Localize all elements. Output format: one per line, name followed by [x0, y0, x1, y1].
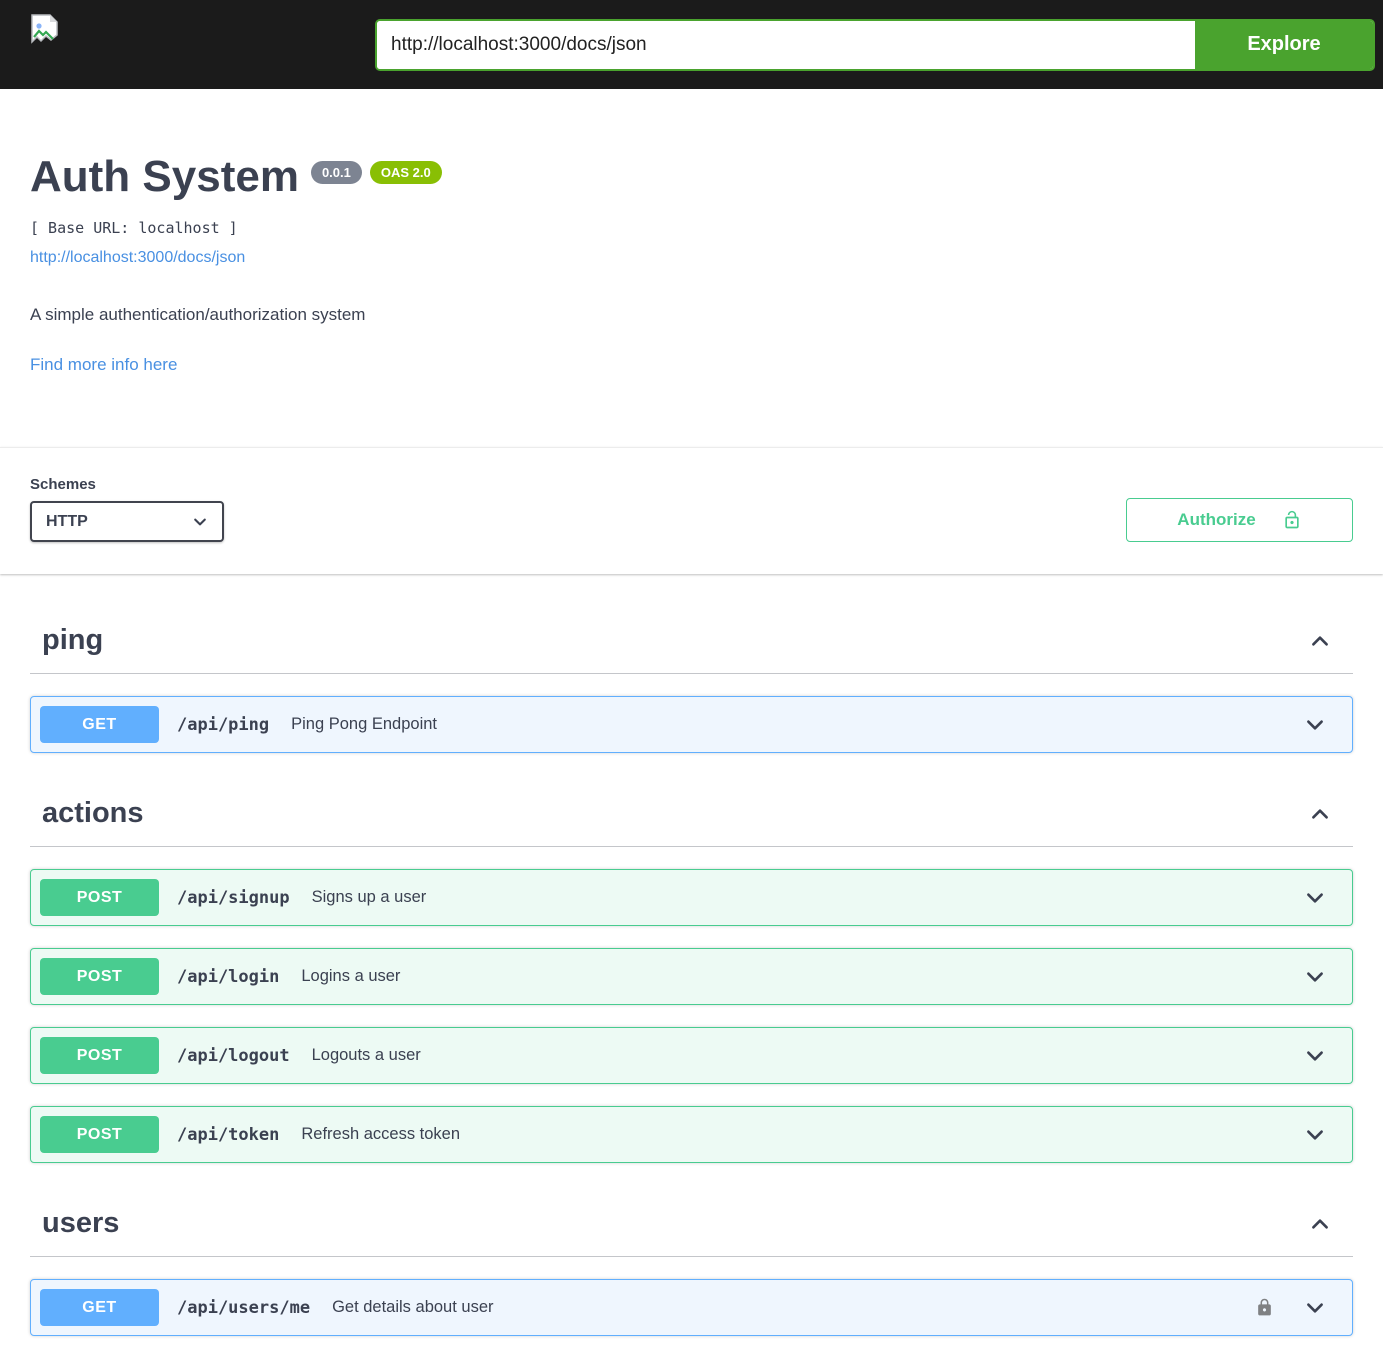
operations-list: ping GET /api/ping Ping Pong Endpoint ac…	[0, 574, 1383, 1352]
method-badge: GET	[40, 1289, 159, 1327]
unlock-icon	[1282, 510, 1302, 530]
expand-chevron-down-icon[interactable]	[1294, 1124, 1336, 1146]
method-badge: POST	[40, 879, 159, 917]
operation-path: /api/token	[177, 1124, 280, 1145]
spec-url-input[interactable]	[377, 20, 1193, 69]
opblock-api-login[interactable]: POST /api/login Logins a user	[30, 948, 1353, 1006]
section-users: users GET /api/users/me Get details abou…	[30, 1199, 1353, 1337]
operation-path: /api/login	[177, 966, 280, 987]
method-badge: POST	[40, 1037, 159, 1075]
operation-summary: Logins a user	[301, 967, 401, 986]
operation-path: /api/users/me	[177, 1297, 311, 1318]
method-badge: GET	[40, 706, 159, 744]
tag-title: ping	[42, 624, 104, 657]
info-section: Auth System 0.0.1 OAS 2.0 [ Base URL: lo…	[0, 89, 1383, 447]
operation-summary: Refresh access token	[301, 1125, 461, 1144]
authorize-button[interactable]: Authorize	[1126, 498, 1353, 543]
spec-json-link[interactable]: http://localhost:3000/docs/json	[30, 249, 245, 267]
tag-title: actions	[42, 797, 144, 830]
section-actions: actions POST /api/signup Signs up a user…	[30, 789, 1353, 1164]
opblock-api-logout[interactable]: POST /api/logout Logouts a user	[30, 1027, 1353, 1085]
expand-chevron-down-icon[interactable]	[1294, 966, 1336, 988]
base-url: [ Base URL: localhost ]	[30, 219, 238, 238]
expand-chevron-down-icon[interactable]	[1294, 714, 1336, 736]
operation-summary: Ping Pong Endpoint	[291, 715, 437, 734]
opblock-api-users-me[interactable]: GET /api/users/me Get details about user	[30, 1279, 1353, 1337]
lock-icon[interactable]	[1255, 1298, 1274, 1317]
opblock-api-ping[interactable]: GET /api/ping Ping Pong Endpoint	[30, 696, 1353, 754]
authorize-label: Authorize	[1177, 510, 1256, 530]
collapse-chevron-up-icon[interactable]	[1299, 1213, 1341, 1235]
operation-summary: Signs up a user	[311, 888, 427, 907]
title-badges: 0.0.1 OAS 2.0	[310, 161, 442, 184]
page-title: Auth System 0.0.1 OAS 2.0	[30, 152, 1353, 201]
schemes-select[interactable]: HTTP	[30, 501, 224, 543]
more-info-link[interactable]: Find more info here	[30, 355, 177, 375]
api-title-text: Auth System	[30, 152, 299, 201]
operation-path: /api/logout	[177, 1045, 290, 1066]
version-badge: 0.0.1	[310, 161, 362, 184]
collapse-chevron-up-icon[interactable]	[1299, 803, 1341, 825]
schemes-block: Schemes HTTP	[30, 476, 224, 543]
tag-title: users	[42, 1207, 120, 1240]
expand-chevron-down-icon[interactable]	[1294, 887, 1336, 909]
chevron-down-icon	[192, 514, 208, 530]
tag-header-ping[interactable]: ping	[30, 616, 1353, 675]
tag-header-actions[interactable]: actions	[30, 789, 1353, 848]
operation-path: /api/ping	[177, 714, 270, 735]
scheme-container: Schemes HTTP Authorize	[0, 447, 1383, 575]
topbar: Explore	[0, 0, 1383, 89]
oas-version-badge: OAS 2.0	[369, 161, 442, 184]
method-badge: POST	[40, 958, 159, 996]
broken-image-icon	[30, 13, 58, 48]
collapse-chevron-up-icon[interactable]	[1299, 630, 1341, 652]
schemes-selected-value: HTTP	[46, 512, 88, 530]
expand-chevron-down-icon[interactable]	[1294, 1297, 1336, 1319]
schemes-label: Schemes	[30, 476, 96, 494]
operation-path: /api/signup	[177, 887, 290, 908]
api-description: A simple authentication/authorization sy…	[30, 305, 366, 325]
operation-summary: Logouts a user	[311, 1046, 421, 1065]
download-url-form: Explore	[375, 18, 1375, 71]
section-ping: ping GET /api/ping Ping Pong Endpoint	[30, 616, 1353, 754]
opblock-api-signup[interactable]: POST /api/signup Signs up a user	[30, 869, 1353, 927]
operation-summary: Get details about user	[332, 1298, 494, 1317]
method-badge: POST	[40, 1116, 159, 1154]
expand-chevron-down-icon[interactable]	[1294, 1045, 1336, 1067]
opblock-api-token[interactable]: POST /api/token Refresh access token	[30, 1106, 1353, 1164]
explore-button[interactable]: Explore	[1193, 20, 1373, 69]
tag-header-users[interactable]: users	[30, 1199, 1353, 1258]
